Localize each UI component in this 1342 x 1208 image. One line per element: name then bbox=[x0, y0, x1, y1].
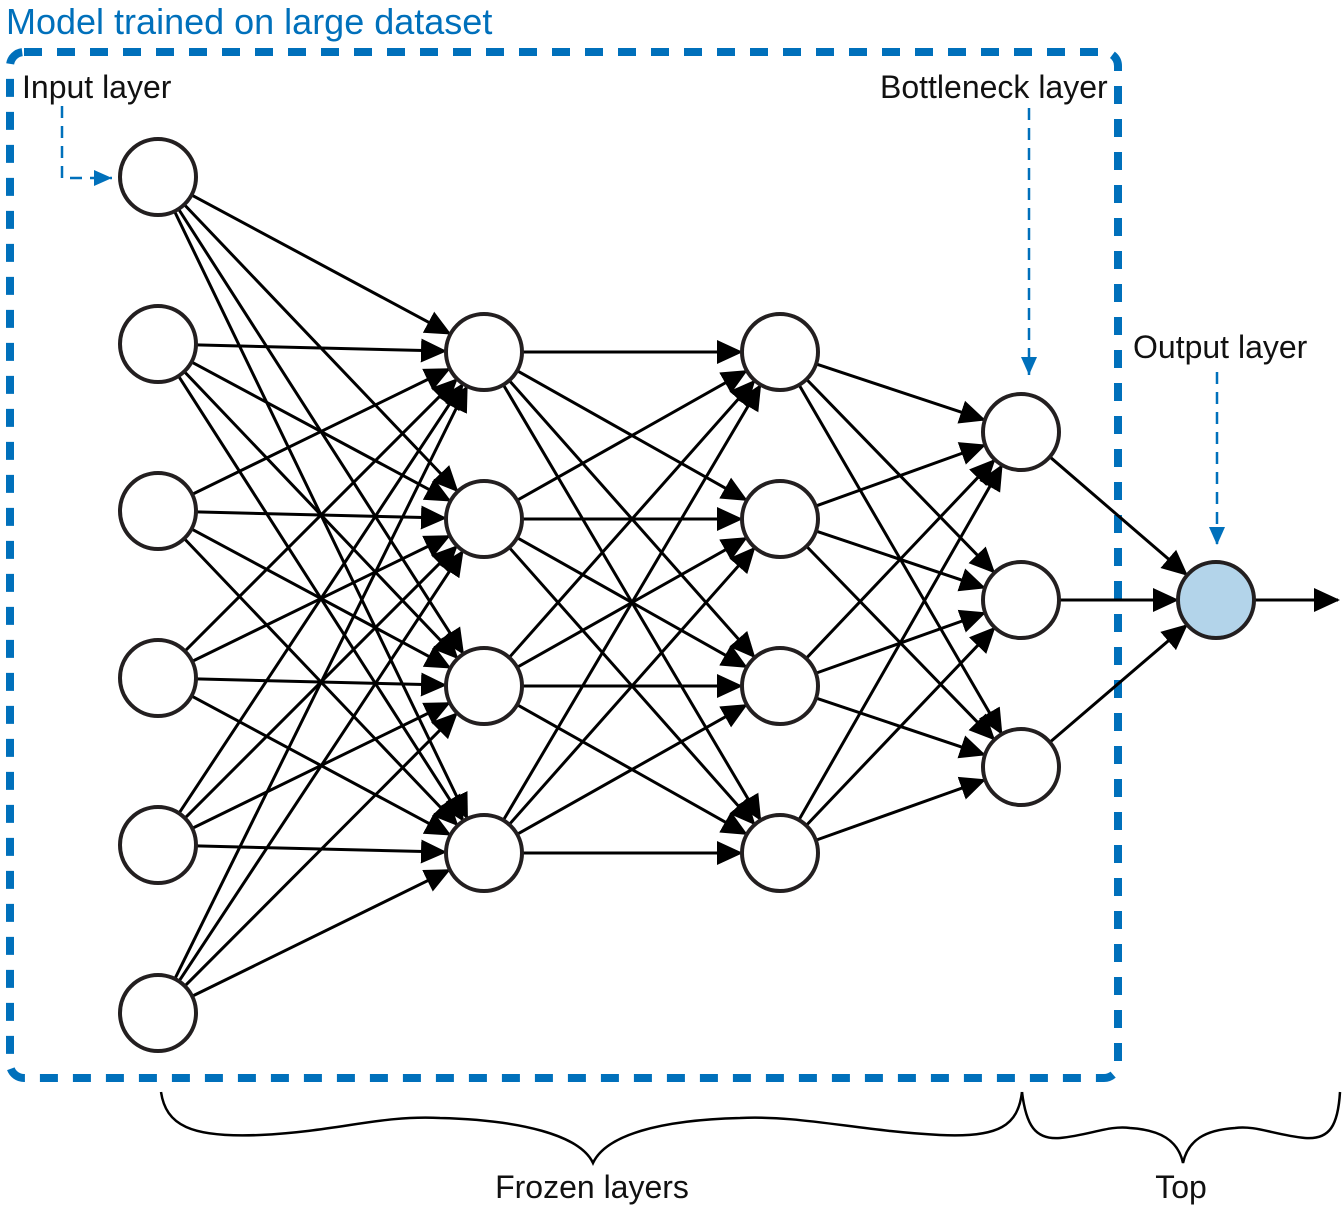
input-node-3 bbox=[118, 471, 198, 551]
hidden-2-node-2 bbox=[740, 479, 820, 559]
top-label: Top bbox=[1155, 1169, 1207, 1205]
input-layer-label: Input layer bbox=[22, 69, 172, 105]
frozen-layers-brace bbox=[159, 1091, 1024, 1166]
bottleneck-node-3 bbox=[981, 727, 1061, 807]
edge-input-6-to-hidden-1-4 bbox=[191, 868, 451, 998]
edge-hidden-2-1-to-bottleneck-1 bbox=[815, 362, 986, 424]
edge-hidden-2-4-to-bottleneck-2 bbox=[805, 626, 996, 827]
hidden-1-node-4 bbox=[444, 813, 524, 893]
edge-hidden-2-3-to-bottleneck-1 bbox=[805, 458, 996, 660]
diagram-title: Model trained on large dataset bbox=[6, 1, 492, 42]
input-node-1 bbox=[118, 137, 198, 217]
neurons bbox=[118, 137, 1256, 1053]
hidden-2-node-4 bbox=[740, 813, 820, 893]
input-node-6 bbox=[118, 973, 198, 1053]
hidden-2-node-1 bbox=[740, 312, 820, 392]
input-layer-pointer-arrow bbox=[60, 106, 112, 186]
input-node-5 bbox=[118, 805, 198, 885]
edge-input-1-to-hidden-1-1 bbox=[190, 193, 452, 335]
hidden-1-node-3 bbox=[444, 646, 524, 726]
hidden-1-node-2 bbox=[444, 479, 524, 559]
edge-input-3-to-hidden-1-1 bbox=[191, 367, 451, 496]
edge-input-6-to-hidden-1-1 bbox=[173, 385, 469, 980]
transfer-learning-diagram: Model trained on large dataset Input lay… bbox=[6, 1, 1342, 1205]
bottleneck-node-2 bbox=[981, 560, 1061, 640]
hidden-1-node-1 bbox=[444, 312, 524, 392]
bottleneck-node-1 bbox=[981, 392, 1061, 472]
hidden-2-node-3 bbox=[740, 646, 820, 726]
input-node-4 bbox=[118, 638, 198, 718]
output-node-1 bbox=[1176, 560, 1256, 640]
edge-input-4-to-hidden-1-1 bbox=[183, 378, 458, 653]
output-layer-label: Output layer bbox=[1133, 329, 1308, 365]
edge-hidden-2-4-to-bottleneck-1 bbox=[797, 464, 1003, 821]
input-node-2 bbox=[118, 304, 198, 384]
frozen-layers-label: Frozen layers bbox=[495, 1169, 689, 1205]
top-brace bbox=[1020, 1091, 1342, 1164]
bottleneck-layer-label: Bottleneck layer bbox=[880, 69, 1108, 105]
